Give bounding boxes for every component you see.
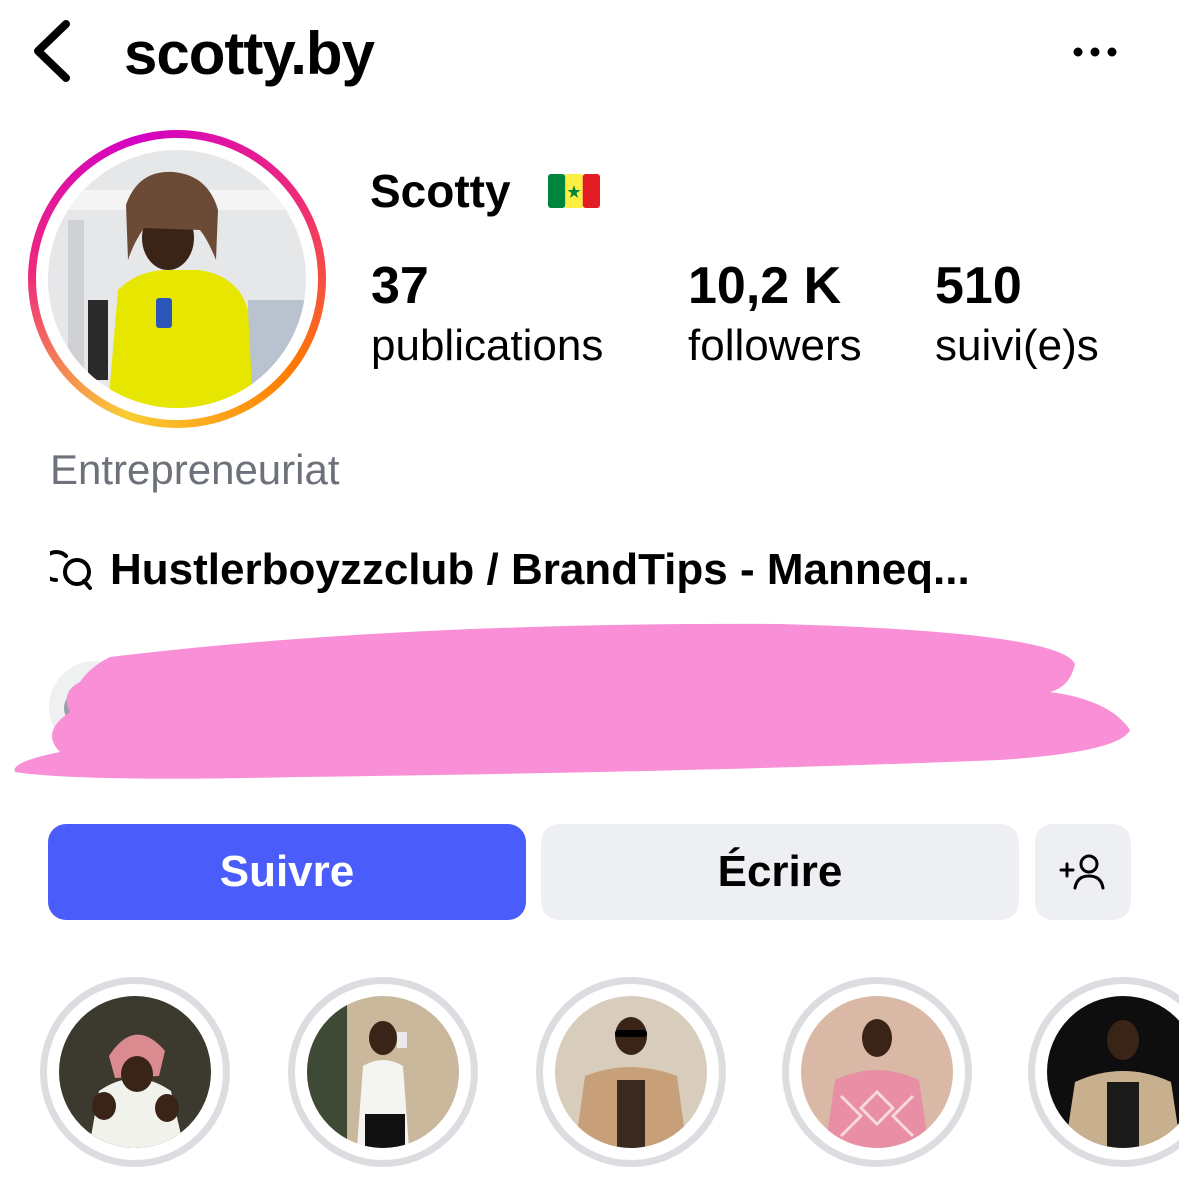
avatar xyxy=(48,150,306,408)
story-highlight[interactable] xyxy=(40,977,230,1167)
senegal-flag-icon xyxy=(548,174,600,208)
follow-button[interactable]: Suivre xyxy=(48,824,526,920)
following-label[interactable]: suivi(e)s xyxy=(935,320,1099,372)
profile-category: Entrepreneuriat xyxy=(50,446,340,493)
threads-badge-link[interactable]: Hustlerboyzzclub / BrandTips - Manneq... xyxy=(110,542,970,598)
story-highlight[interactable] xyxy=(1028,977,1179,1167)
followers-count[interactable]: 10,2 K xyxy=(688,256,841,316)
following-count[interactable]: 510 xyxy=(935,256,1022,316)
redaction-scribble xyxy=(14,623,1131,779)
posts-count[interactable]: 37 xyxy=(371,256,429,316)
story-highlight[interactable] xyxy=(536,977,726,1167)
followers-label[interactable]: followers xyxy=(688,320,862,372)
avatar-story-ring[interactable] xyxy=(28,130,326,428)
back-chevron-icon[interactable] xyxy=(28,18,76,84)
highlight-cover xyxy=(801,996,953,1148)
highlight-cover xyxy=(307,996,459,1148)
highlight-cover xyxy=(555,996,707,1148)
message-button[interactable]: Écrire xyxy=(541,824,1019,920)
threads-icon xyxy=(50,550,92,590)
story-highlight[interactable] xyxy=(782,977,972,1167)
highlight-cover xyxy=(59,996,211,1148)
more-options-icon[interactable] xyxy=(1070,44,1120,60)
posts-label[interactable]: publications xyxy=(371,320,603,372)
suggest-users-button[interactable] xyxy=(1035,824,1131,920)
profile-username: scotty.by xyxy=(124,20,375,87)
display-name: Scotty xyxy=(370,165,511,217)
highlight-cover xyxy=(1047,996,1179,1148)
story-highlight[interactable] xyxy=(288,977,478,1167)
add-user-icon xyxy=(1059,854,1105,890)
